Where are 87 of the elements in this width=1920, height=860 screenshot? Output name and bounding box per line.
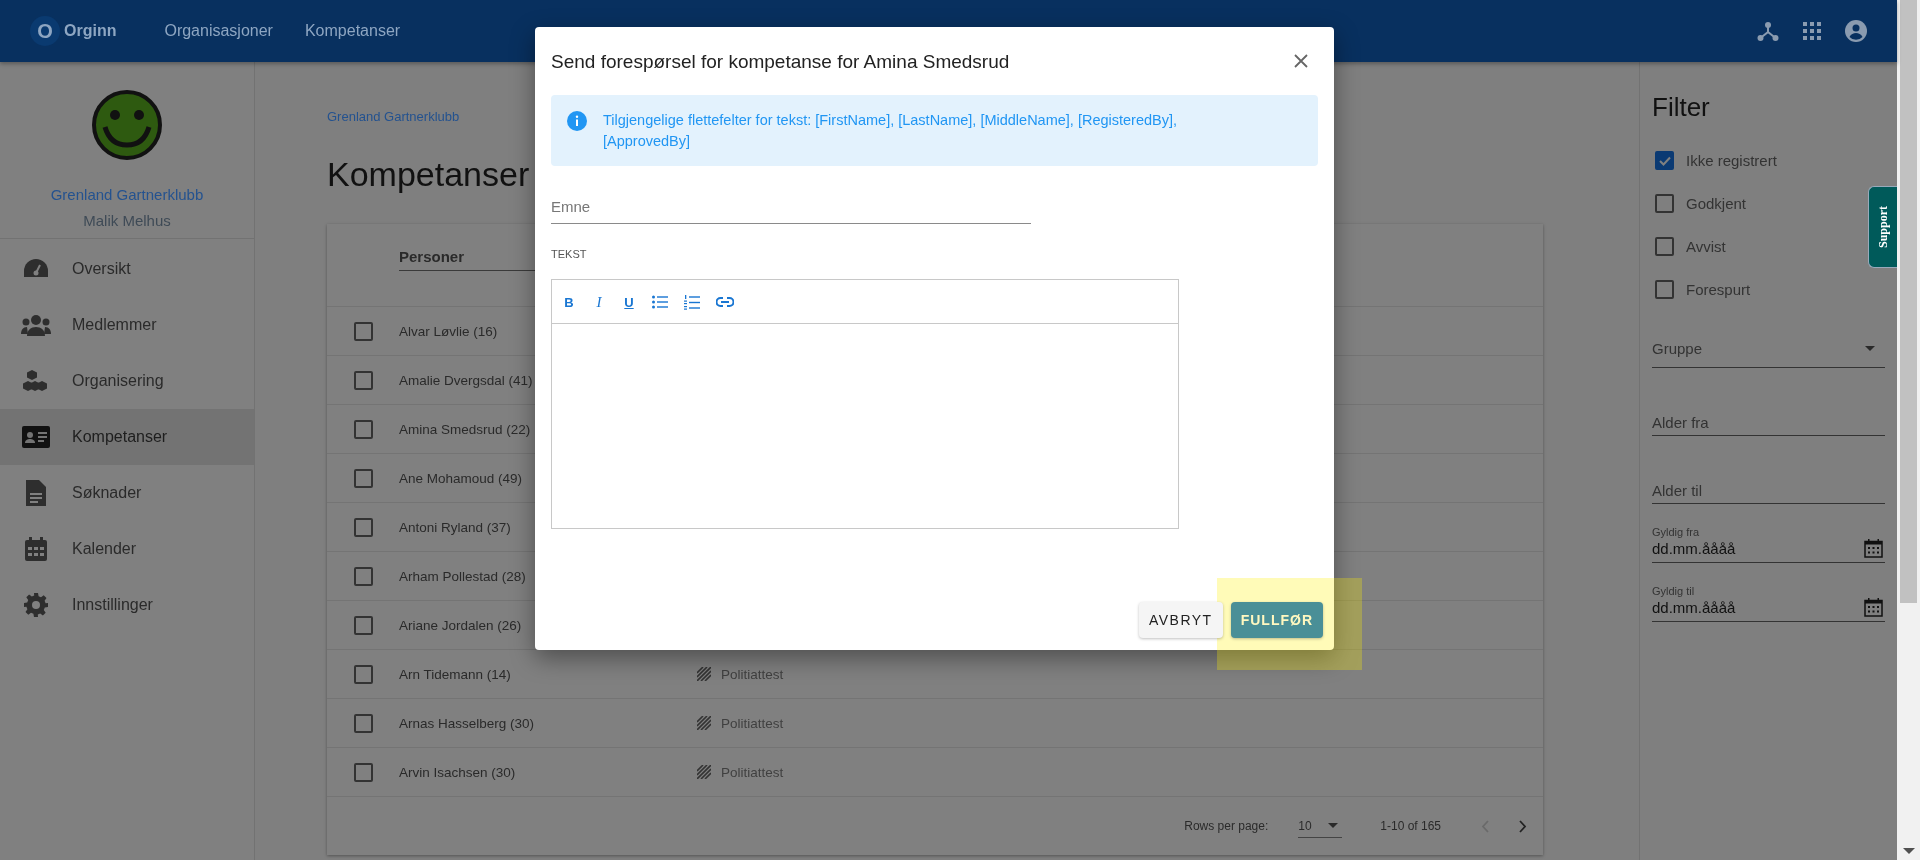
table-cell-text: Ane Mohamoud (49) [399, 470, 524, 486]
calendar-icon [25, 537, 47, 561]
page-title: Kompetanser [327, 155, 530, 194]
cancel-button[interactable]: AVBRYT [1138, 602, 1223, 638]
text-label: TEKST [551, 248, 588, 260]
checkbox[interactable] [353, 762, 373, 782]
sidebar-item[interactable]: Medlemmer [0, 297, 254, 353]
nav-link[interactable]: Kompetanser [304, 22, 401, 40]
checkbox[interactable] [353, 566, 373, 586]
filter-title: Filter [1652, 92, 1711, 123]
bold-button[interactable]: B [562, 294, 576, 310]
bullet-list-icon[interactable] [652, 295, 668, 309]
rows-per-page-label: Rows per page: [1184, 819, 1269, 833]
sidebar-item[interactable]: Oversikt [0, 241, 254, 297]
sidebar-item[interactable]: Innstillinger [0, 577, 254, 633]
nav-link[interactable]: Organisasjoner [164, 22, 273, 40]
checkbox[interactable] [353, 664, 373, 684]
table-cell-text: Alvar Løvlie (16) [399, 323, 499, 339]
checkbox[interactable] [353, 713, 373, 733]
settings-icon [24, 593, 48, 617]
scrollbar[interactable] [1897, 0, 1920, 860]
italic-button[interactable]: I [592, 293, 606, 311]
user-name: Malik Melhus [0, 212, 254, 239]
date-field[interactable]: dd.mm.åååå [1652, 538, 1802, 559]
info-text: Tilgjengelige flettefelter for tekst: [FirstName], [LastName], [MiddleName], [RegisteredBy], [ApprovedBy] [603, 111, 1179, 151]
checkbox[interactable] [353, 419, 373, 439]
people-icon [21, 314, 51, 336]
sidebar-item[interactable]: Søknader [0, 465, 254, 521]
breadcrumb-link[interactable]: Grenland Gartnerklubb [327, 109, 460, 124]
sidebar-item[interactable]: Kalender [0, 521, 254, 577]
id-card-icon [22, 426, 50, 448]
checkbox[interactable] [1655, 237, 1674, 256]
checkbox-label[interactable]: Godkjent [1686, 195, 1747, 212]
checkbox-label[interactable]: Avvist [1686, 238, 1726, 255]
table-cell: Politiattest [721, 666, 784, 682]
checkbox-label[interactable]: Forespurt [1686, 281, 1751, 298]
logo-badge[interactable]: O [30, 16, 60, 46]
finish-button[interactable]: FULLFØR [1230, 602, 1323, 638]
support-tab[interactable]: Support [1868, 186, 1897, 268]
checkbox-label[interactable]: Ikke registrert [1686, 152, 1777, 169]
dialog-title: Send forespørsel for kompetanse for Amina Smedsrud [551, 51, 1010, 73]
table-cell-text: Ariane Jordalen (26) [399, 617, 523, 633]
organization-name[interactable]: Grenland Gartnerklubb [0, 186, 254, 203]
checkbox[interactable] [353, 615, 373, 635]
input-field[interactable]: Alder til [1652, 470, 1885, 504]
table-cell-text: Arvin Isachsen (30) [399, 764, 517, 780]
field-label: Gyldig til [1652, 585, 1696, 597]
hatched-icon [697, 667, 711, 681]
hatched-icon [697, 765, 711, 779]
table-cell-text: Antoni Ryland (37) [399, 519, 512, 535]
cubes-icon [23, 369, 49, 393]
sidebar-item[interactable]: Kompetanser [0, 409, 254, 465]
table-cell-text: Arham Pollestad (28) [399, 568, 527, 584]
brand-name[interactable]: Orginn [64, 22, 117, 40]
account-icon[interactable] [1845, 20, 1867, 42]
smiley-icon [92, 90, 162, 160]
info-icon [567, 111, 587, 131]
calendar-icon[interactable] [1864, 539, 1883, 558]
field-label: Gyldig fra [1652, 526, 1701, 538]
sidebar-item[interactable]: Organisering [0, 353, 254, 409]
table-cell-text: Arn Tidemann (14) [399, 666, 512, 682]
checkbox[interactable] [1655, 280, 1674, 299]
calendar-icon[interactable] [1864, 598, 1883, 617]
link-icon[interactable] [716, 297, 734, 307]
group-select[interactable]: Gruppe [1652, 329, 1885, 368]
hub-icon[interactable] [1757, 20, 1779, 42]
rows-per-page-select[interactable]: 10 [1298, 814, 1343, 838]
input-field[interactable]: Alder fra [1652, 402, 1885, 436]
next-page-icon[interactable] [1519, 819, 1527, 833]
checkbox[interactable] [1655, 194, 1674, 213]
checkbox[interactable] [353, 517, 373, 537]
checkbox[interactable] [353, 370, 373, 390]
table-cell-text: Amalie Dvergsdal (41) [399, 372, 534, 388]
document-icon [26, 480, 46, 506]
checkbox[interactable] [353, 321, 373, 341]
table-cell-text: Amina Smedsrud (22) [399, 421, 532, 437]
date-field[interactable]: dd.mm.åååå [1652, 597, 1802, 618]
apps-icon[interactable] [1803, 22, 1821, 40]
checkbox[interactable] [353, 468, 373, 488]
hatched-icon [697, 716, 711, 730]
table-cell-text: Arnas Hasselberg (30) [399, 715, 536, 731]
page-range: 1-10 of 165 [1380, 819, 1441, 833]
underline-button[interactable]: U [622, 294, 636, 310]
numbered-list-icon[interactable] [684, 294, 700, 310]
checkbox[interactable] [1655, 151, 1674, 170]
table-cell: Politiattest [721, 715, 784, 731]
table-cell: Politiattest [721, 764, 784, 780]
